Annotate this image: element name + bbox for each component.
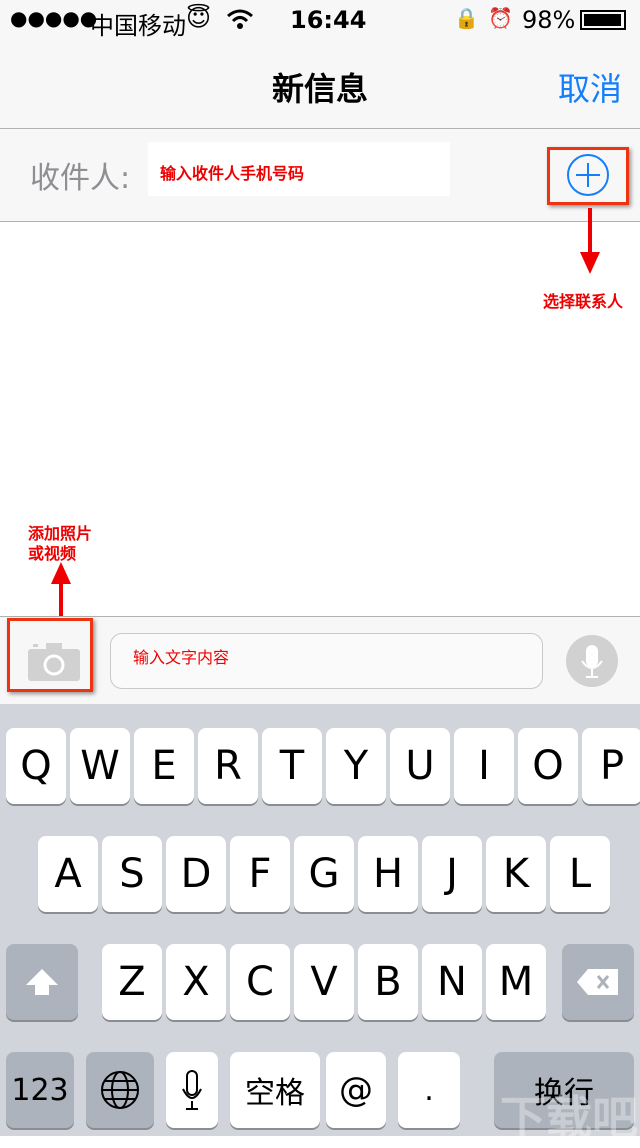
space-key[interactable]: 空格 [230,1052,320,1128]
compose-bar: 输入文字内容 [0,616,640,704]
key-c[interactable]: C [230,944,290,1020]
shift-key[interactable] [6,944,78,1020]
delete-key[interactable] [562,944,634,1020]
add-contact-button[interactable] [566,153,610,197]
key-p[interactable]: P [582,728,640,804]
wifi-icon [227,9,253,29]
key-v[interactable]: V [294,944,354,1020]
carrier: 中国移动 [90,12,186,40]
cancel-button[interactable]: 取消 [558,64,622,110]
dictation-button[interactable] [566,635,618,687]
key-r[interactable]: R [198,728,258,804]
key-w[interactable]: W [70,728,130,804]
key-o[interactable]: O [518,728,578,804]
status-bar: ●●●●● 中国移动 😇 16:44 🔒 ⏰ 98% [0,0,640,40]
key-t[interactable]: T [262,728,322,804]
microphone-icon [182,1070,202,1110]
key-d[interactable]: D [166,836,226,912]
alarm-icon: ⏰ [488,6,513,30]
battery-percent: 98% [522,6,576,34]
key-x[interactable]: X [166,944,226,1020]
key-n[interactable]: N [422,944,482,1020]
page-title: 新信息 [271,70,368,108]
key-j[interactable]: J [422,836,482,912]
recipient-row: 收件人: 输入收件人手机号码 [0,129,640,222]
arrow-head-down-icon [580,252,600,274]
nav-bar: 新信息 取消 [0,40,640,129]
return-key[interactable]: 换行 [494,1052,634,1128]
recipient-input[interactable]: 输入收件人手机号码 [148,142,450,196]
recipient-placeholder: 输入收件人手机号码 [160,164,305,183]
at-key[interactable]: @ [326,1052,386,1128]
dot-key[interactable]: . [398,1052,460,1128]
battery-icon [580,10,626,30]
keyboard: 123 空格 @ . 换行 QWERTYUIOP ASDFGHJKL ZXCVBNM [0,704,640,1136]
key-s[interactable]: S [102,836,162,912]
clock: 16:44 [290,6,367,34]
key-u[interactable]: U [390,728,450,804]
backspace-icon [577,969,618,995]
microphone-icon [581,645,603,678]
message-placeholder: 输入文字内容 [133,648,230,667]
key-f[interactable]: F [230,836,290,912]
annotation-contacts: 选择联系人 [543,292,624,311]
annotation-arrow [59,582,63,620]
key-g[interactable]: G [294,836,354,912]
key-i[interactable]: I [454,728,514,804]
key-z[interactable]: Z [102,944,162,1020]
arrow-head-up-icon [51,562,71,584]
key-y[interactable]: Y [326,728,386,804]
numbers-key[interactable]: 123 [6,1052,74,1128]
key-e[interactable]: E [134,728,194,804]
emoji: 😇 [186,4,212,32]
key-h[interactable]: H [358,836,418,912]
key-a[interactable]: A [38,836,98,912]
message-input[interactable]: 输入文字内容 [110,633,543,689]
signal-icon: ●●●●● [10,6,98,30]
camera-button[interactable] [28,641,82,681]
recipient-label: 收件人: [30,161,131,196]
key-b[interactable]: B [358,944,418,1020]
rotation-lock-icon: 🔒 [454,6,479,30]
shift-icon [26,969,58,995]
key-m[interactable]: M [486,944,546,1020]
globe-key[interactable] [86,1052,154,1128]
key-k[interactable]: K [486,836,546,912]
key-q[interactable]: Q [6,728,66,804]
key-l[interactable]: L [550,836,610,912]
annotation-arrow [588,208,592,256]
dictation-key[interactable] [166,1052,218,1128]
globe-icon [101,1071,139,1109]
